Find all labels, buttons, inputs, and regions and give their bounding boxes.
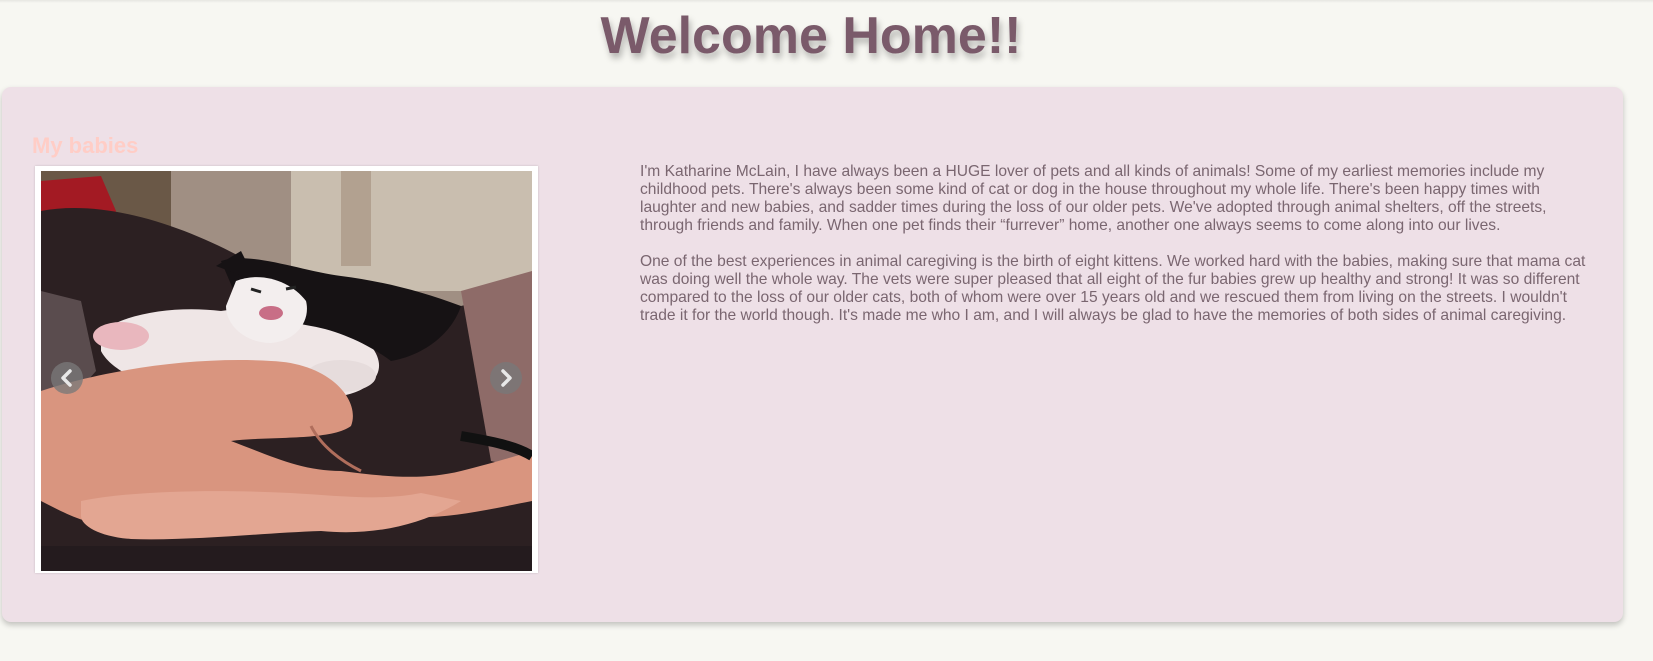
- about-text: I'm Katharine McLain, I have always been…: [640, 163, 1596, 343]
- carousel-prev-button[interactable]: [51, 362, 83, 394]
- content-card: My babies I'm Katharine McLain, I have a…: [2, 87, 1623, 622]
- photo-carousel[interactable]: [35, 166, 538, 573]
- kitten-photo: [41, 171, 532, 571]
- chevron-right-icon: [501, 369, 512, 387]
- carousel-slide: [41, 171, 532, 571]
- about-paragraph: I'm Katharine McLain, I have always been…: [640, 163, 1547, 234]
- chevron-left-icon: [61, 369, 72, 387]
- carousel-next-button[interactable]: [490, 362, 522, 394]
- about-paragraph: One of the best experiences in animal ca…: [640, 253, 1586, 324]
- gallery-heading: My babies: [32, 133, 139, 158]
- page-title: Welcome Home!!: [600, 7, 1022, 65]
